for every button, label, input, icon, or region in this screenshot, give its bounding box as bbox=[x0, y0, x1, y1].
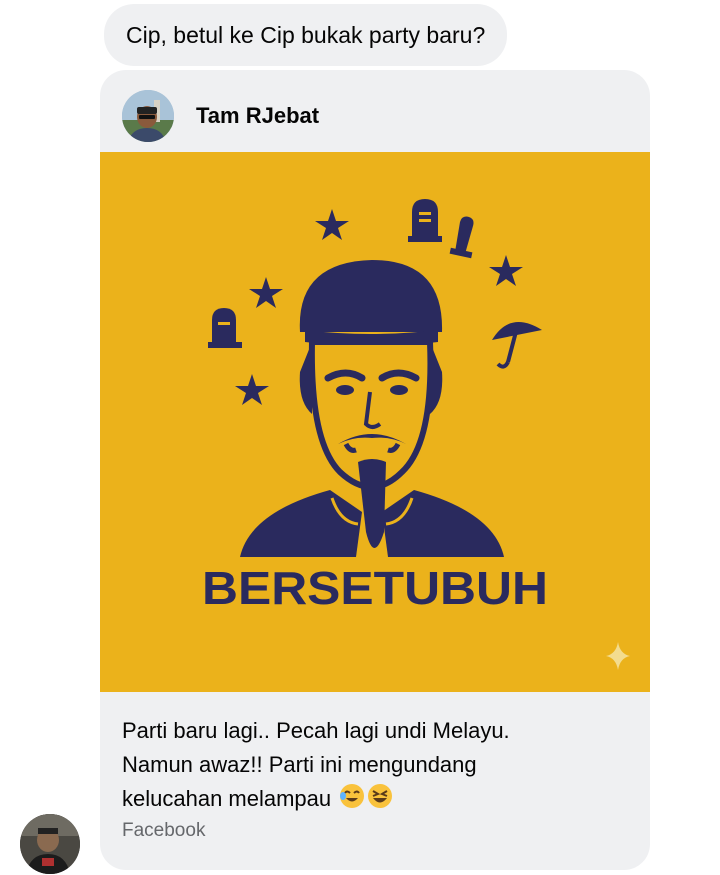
shared-post-card[interactable]: Tam RJebat BERSETUBUH Parti baru lagi.. … bbox=[100, 70, 650, 870]
post-image[interactable]: BERSETUBUH bbox=[100, 152, 650, 692]
sender-avatar[interactable] bbox=[20, 814, 80, 874]
poster-headline: BERSETUBUH bbox=[202, 562, 548, 614]
caption-line-3: kelucahan melampau bbox=[122, 786, 332, 811]
author-avatar[interactable] bbox=[122, 90, 174, 142]
post-source[interactable]: Facebook bbox=[122, 820, 205, 842]
caption-line-1: Parti baru lagi.. Pecah lagi undi Melayu… bbox=[122, 718, 510, 743]
grinning-squint-emoji-icon bbox=[367, 783, 393, 819]
message-text: Cip, betul ke Cip bukak party baru? bbox=[126, 21, 486, 48]
post-author-row[interactable]: Tam RJebat bbox=[100, 70, 650, 152]
caption-line-3-wrap: kelucahan melampau bbox=[122, 782, 622, 819]
author-name[interactable]: Tam RJebat bbox=[196, 103, 319, 129]
laughing-tears-emoji-icon bbox=[339, 783, 365, 819]
message-bubble[interactable]: Cip, betul ke Cip bukak party baru? bbox=[104, 4, 508, 66]
post-caption: Parti baru lagi.. Pecah lagi undi Melayu… bbox=[122, 714, 622, 819]
caption-line-2: Namun awaz!! Parti ini mengundang bbox=[122, 752, 477, 777]
